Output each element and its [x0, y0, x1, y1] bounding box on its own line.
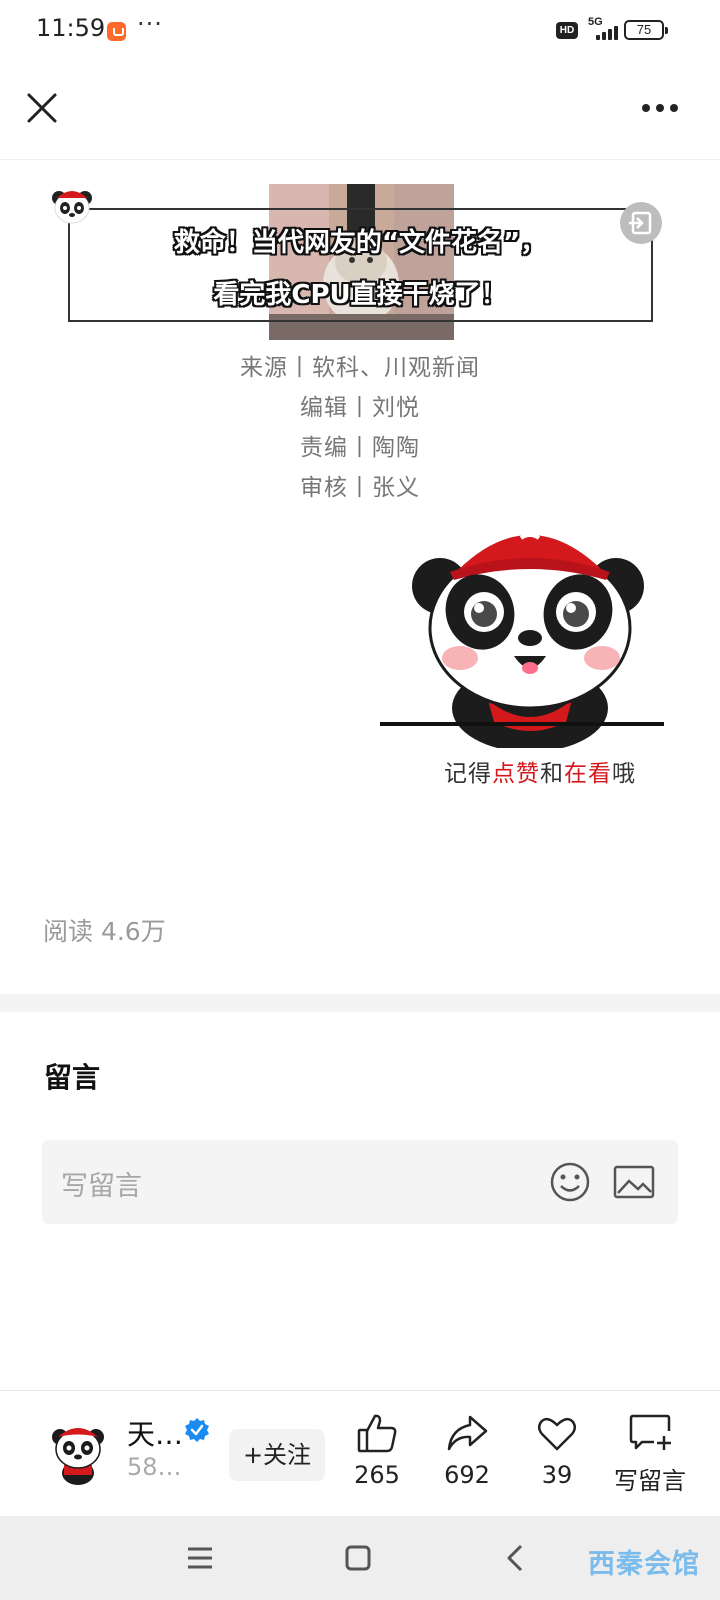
comment-placeholder: 写留言	[61, 1171, 142, 1202]
close-button[interactable]	[22, 88, 62, 128]
banner-title-line2: 看完我CPU直接干烧了！	[213, 280, 507, 310]
write-comment-button[interactable]: 写留言	[602, 1411, 698, 1501]
emoji-button[interactable]	[548, 1160, 592, 1204]
hd-icon: HD	[556, 22, 578, 39]
status-more-dots: ···	[137, 10, 163, 38]
panda-mascot-icon	[380, 523, 664, 752]
article-banner: 救命！当代网友的“文件花名”， 看完我CPU直接干烧了！	[50, 182, 670, 342]
like-count: 265	[354, 1461, 400, 1489]
back-icon	[507, 1544, 523, 1572]
image-button[interactable]	[612, 1160, 656, 1204]
banner-title-line1: 救命！当代网友的“文件花名”，	[173, 228, 547, 258]
home-icon	[345, 1545, 371, 1571]
status-bar: 11:59 ··· HD 5G 75	[0, 0, 720, 62]
watermark-logo: 西秦会馆	[588, 1549, 700, 1580]
section-divider	[0, 994, 720, 1012]
caption-text: 记得	[444, 761, 492, 787]
back-button[interactable]	[496, 1538, 536, 1578]
comment-input[interactable]: 写留言	[42, 1140, 678, 1224]
caption-text: 和	[540, 761, 564, 787]
favorite-button[interactable]: 39	[512, 1411, 602, 1501]
emoji-icon	[550, 1162, 590, 1202]
panda-avatar-icon	[50, 186, 94, 226]
credit-reviewer: 审核丨张义	[300, 475, 420, 501]
status-indicators: HD 5G 75	[556, 16, 686, 46]
image-icon	[613, 1165, 655, 1199]
thumbs-up-icon	[357, 1414, 397, 1453]
verified-icon	[185, 1418, 209, 1442]
recent-apps-button[interactable]	[180, 1538, 220, 1578]
read-count: 阅读 4.6万	[43, 917, 166, 946]
close-icon	[27, 93, 57, 123]
favorite-count: 39	[541, 1461, 573, 1489]
heart-icon	[538, 1417, 576, 1451]
author-followers: 58…	[127, 1453, 182, 1481]
write-comment-label: 写留言	[614, 1467, 686, 1495]
share-button[interactable]: 692	[422, 1411, 512, 1501]
exit-button[interactable]	[620, 202, 662, 244]
menu-icon	[188, 1547, 212, 1569]
panda-mascot-illustration: 记得点赞和在看哦	[380, 508, 680, 808]
signal-icon	[588, 24, 618, 40]
comment-add-icon	[629, 1414, 671, 1450]
more-options-button[interactable]	[638, 88, 686, 128]
article-credits: 来源丨软科、川观新闻 编辑丨刘悦 责编丨陶陶 审核丨张义	[0, 348, 720, 508]
home-button[interactable]	[338, 1538, 378, 1578]
status-time: 11:59	[36, 14, 106, 42]
caption-text: 哦	[612, 761, 636, 787]
exit-icon	[629, 211, 652, 235]
comments-title: 留言	[44, 1061, 101, 1094]
credit-chief-editor: 责编丨陶陶	[300, 435, 420, 461]
credit-source: 来源丨软科、川观新闻	[240, 355, 480, 381]
caption-wow-word: 在看	[564, 761, 612, 787]
author-name[interactable]: 天…	[127, 1413, 183, 1453]
author-avatar[interactable]	[48, 1421, 108, 1485]
follow-button[interactable]: +关注	[229, 1429, 325, 1481]
caption-like-word: 点赞	[492, 761, 540, 787]
share-icon	[447, 1415, 488, 1451]
top-navigation	[0, 62, 720, 160]
like-button[interactable]: 265	[332, 1411, 422, 1501]
share-count: 692	[444, 1461, 490, 1489]
bottom-action-bar: 天… 58… +关注 265 692 39 写留言	[0, 1390, 720, 1516]
panda-avatar-icon	[52, 1428, 104, 1485]
credit-editor: 编辑丨刘悦	[300, 395, 420, 421]
app-notification-icon	[107, 22, 126, 41]
battery-icon: 75	[624, 20, 668, 40]
like-reminder-caption: 记得点赞和在看哦	[420, 754, 660, 788]
system-navigation-bar: 西秦会馆	[0, 1516, 720, 1600]
more-icon	[642, 104, 678, 112]
